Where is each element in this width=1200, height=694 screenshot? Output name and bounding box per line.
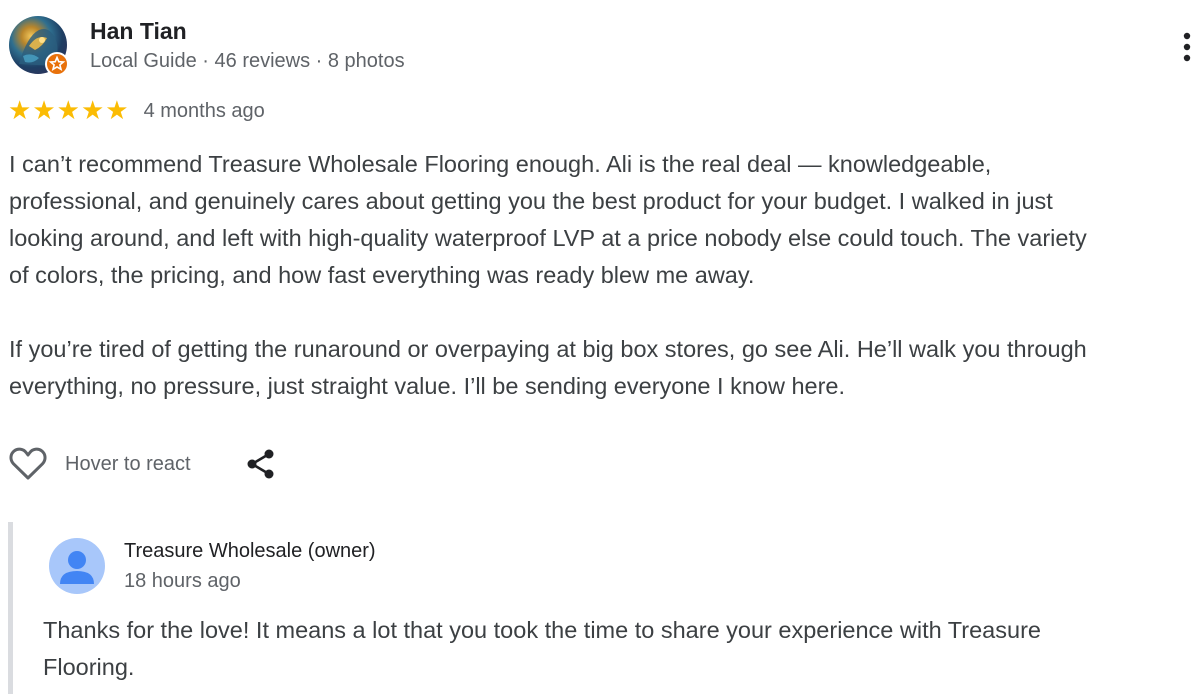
local-guide-star-icon	[45, 52, 69, 76]
star-icon: ★	[32, 96, 56, 126]
rating-row: ★ ★ ★ ★ ★ 4 months ago	[8, 97, 265, 125]
review-text-line: professional, and genuinely cares about …	[9, 188, 1053, 214]
author-avatar[interactable]	[9, 16, 69, 76]
owner-name: Treasure Wholesale (owner)	[124, 540, 376, 562]
owner-reply-date: 18 hours ago	[124, 570, 241, 592]
owner-reply-line: Thanks for the love! It means a lot that…	[43, 617, 1041, 643]
review-text-line: If you’re tired of getting the runaround…	[9, 336, 1087, 362]
review-text-line: I can’t recommend Treasure Wholesale Flo…	[9, 151, 992, 177]
owner-reply-text: Thanks for the love! It means a lot that…	[43, 612, 1183, 686]
review-text-line: of colors, the pricing, and how fast eve…	[9, 262, 755, 288]
review-date: 4 months ago	[143, 99, 265, 122]
review-text-line: everything, no pressure, just straight v…	[9, 373, 846, 399]
share-icon[interactable]	[241, 444, 281, 484]
star-icon: ★	[105, 96, 129, 126]
star-icon: ★	[56, 96, 80, 126]
star-rating: ★ ★ ★ ★ ★	[8, 98, 129, 124]
review-card: Han Tian Local Guide · 46 reviews · 8 ph…	[0, 0, 1200, 694]
author-name[interactable]: Han Tian	[90, 18, 187, 45]
review-actions: Hover to react	[8, 444, 281, 484]
react-label[interactable]: Hover to react	[65, 453, 191, 476]
owner-reply: Treasure Wholesale (owner) 18 hours ago …	[8, 522, 1198, 694]
more-vert-icon[interactable]	[1172, 30, 1200, 66]
author-meta[interactable]: Local Guide · 46 reviews · 8 photos	[90, 50, 405, 73]
review-text-line: looking around, and left with high-quali…	[9, 225, 1087, 251]
heart-outline-icon[interactable]	[8, 444, 48, 484]
review-text: I can’t recommend Treasure Wholesale Flo…	[9, 146, 1199, 405]
star-icon: ★	[80, 96, 105, 126]
star-icon: ★	[8, 96, 32, 126]
owner-reply-line: Flooring.	[43, 654, 135, 680]
owner-avatar	[49, 538, 105, 594]
